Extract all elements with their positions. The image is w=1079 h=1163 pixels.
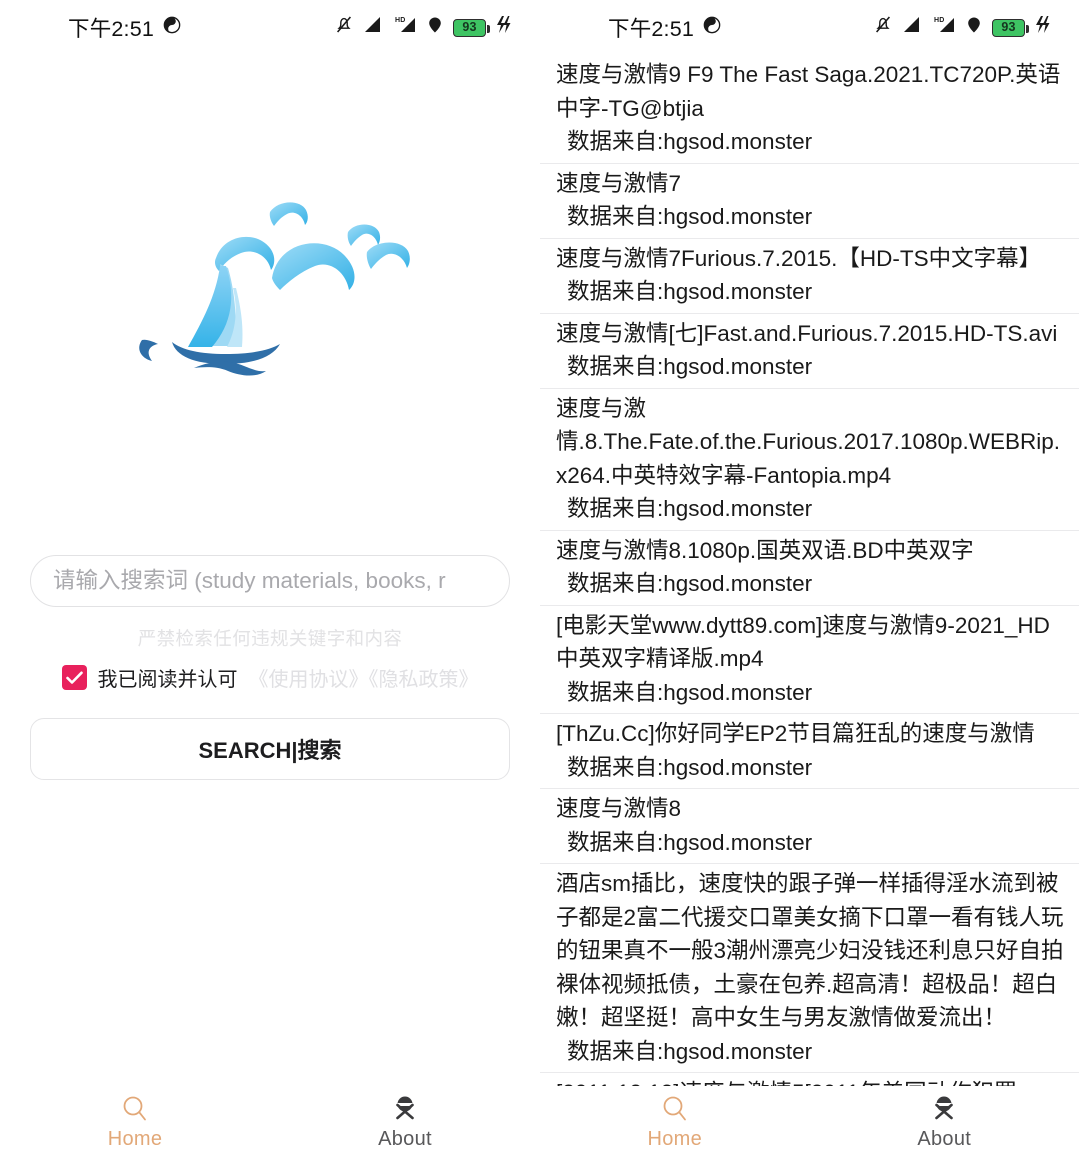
search-warning-text: 严禁检索任何违规关键字和内容 <box>137 628 403 649</box>
result-title: 速度与激情8 <box>556 796 682 821</box>
result-title: 速度与激情.8.The.Fate.of.the.Furious.2017.108… <box>556 395 1061 488</box>
result-title: [电影天堂www.dytt89.com]速度与激情9-2021_HD中英双字精译… <box>556 612 1050 672</box>
result-source: 数据来自:hgsod.monster <box>567 204 813 229</box>
yin-yang-icon <box>163 16 181 40</box>
result-row[interactable]: [电影天堂www.dytt89.com]速度与激情9-2021_HD中英双字精译… <box>540 606 1079 714</box>
result-title: 速度与激情8.1080p.国英双语.BD中英双字 <box>556 537 974 563</box>
result-row[interactable]: 速度与激情7Furious.7.2015.【HD-TS中文字幕】数据来自:hgs… <box>540 239 1079 314</box>
location-icon <box>426 16 444 40</box>
result-row[interactable]: 酒店sm插比，速度快的跟子弹一样插得淫水流到被子都是2富二代援交口罩美女摘下口罩… <box>540 864 1079 1073</box>
result-title: [2011.12.12]速度与激情5[2011年美国动作犯罪(MKV)]（帝国出… <box>556 1076 1065 1086</box>
bottom-nav-left: Home About <box>0 1086 540 1163</box>
bottom-nav-right: Home About <box>540 1086 1079 1163</box>
nav-label-home: Home <box>647 1128 703 1150</box>
result-row[interactable]: [ThZu.Cc]你好同学EP2节目篇狂乱的速度与激情数据来自:hgsod.mo… <box>540 714 1079 789</box>
result-source: 数据来自:hgsod.monster <box>567 129 813 154</box>
result-row[interactable]: 速度与激情9 F9 The Fast Saga.2021.TC720P.英语中字… <box>540 55 1079 164</box>
signal-bars-icon <box>362 16 382 40</box>
agreement-text: 我已阅读并认可 <box>97 669 238 691</box>
dual-screen-container: 下午2:51 HD 93 请输入搜索词 (study materials, bo… <box>0 0 1079 1163</box>
person-icon <box>390 1092 420 1126</box>
result-row[interactable]: [2011.12.12]速度与激情5[2011年美国动作犯罪(MKV)]（帝国出… <box>540 1073 1079 1086</box>
agreement-row[interactable]: 我已阅读并认可 《使用协议》《隐私政策》 <box>30 663 510 692</box>
nav-item-about[interactable]: About <box>270 1086 540 1157</box>
result-title: 速度与激情7 <box>556 170 682 196</box>
result-title: 速度与激情[七]Fast.and.Furious.7.2015.HD-TS.av… <box>556 320 1058 346</box>
battery-level: 93 <box>462 20 477 35</box>
result-source: 数据来自:hgsod.monster <box>567 679 813 705</box>
status-bar-right: 下午2:51 HD 93 <box>540 0 1079 55</box>
nav-item-about[interactable]: About <box>810 1086 1079 1157</box>
result-row[interactable]: 速度与激情8 数据来自:hgsod.monster <box>540 789 1079 864</box>
result-title: [ThZu.Cc]你好同学EP2节目篇狂乱的速度与激情 <box>556 721 1035 746</box>
battery-icon: 93 <box>992 18 1029 37</box>
search-button[interactable]: SEARCH|搜索 <box>30 718 510 780</box>
result-source: 数据来自:hgsod.monster <box>567 754 813 780</box>
nav-label-about: About <box>378 1128 432 1150</box>
status-time-2: 下午2:51 <box>608 17 695 41</box>
status-bar-right-group-2: HD 93 <box>874 15 1051 40</box>
home-screen: 下午2:51 HD 93 请输入搜索词 (study materials, bo… <box>0 0 540 1163</box>
result-source: 数据来自:hgsod.monster <box>567 571 813 596</box>
charging-bolt-icon <box>495 15 512 40</box>
person-icon <box>929 1092 959 1126</box>
result-source: 数据来自:hgsod.monster <box>567 1038 813 1064</box>
status-bar-left-group-2: 下午2:51 <box>608 12 721 43</box>
search-results-list[interactable]: 速度与激情9 F9 The Fast Saga.2021.TC720P.英语中字… <box>540 55 1079 1086</box>
agreement-checkbox[interactable] <box>61 665 87 690</box>
charging-bolt-icon <box>1034 15 1051 40</box>
result-source: 数据来自:hgsod.monster <box>567 354 813 379</box>
location-icon <box>965 16 983 40</box>
bell-muted-icon <box>335 15 353 40</box>
agreement-links[interactable]: 《使用协议》《隐私政策》 <box>249 663 479 692</box>
status-bar-left: 下午2:51 HD 93 <box>0 0 540 55</box>
hd-signal-icon: HD <box>930 15 956 40</box>
status-time: 下午2:51 <box>68 17 155 41</box>
result-row[interactable]: 速度与激情[七]Fast.and.Furious.7.2015.HD-TS.av… <box>540 314 1079 389</box>
yin-yang-icon <box>703 16 721 40</box>
battery-level-2: 93 <box>1001 20 1016 35</box>
search-icon <box>120 1092 150 1126</box>
status-bar-left-group: 下午2:51 <box>68 12 181 43</box>
hd-signal-icon: HD <box>391 15 417 40</box>
result-title: 速度与激情7Furious.7.2015.【HD-TS中文字幕】 <box>556 245 1042 271</box>
results-screen: 下午2:51 HD 93 速度与激情9 F9 The Fast Saga.202… <box>540 0 1079 1163</box>
result-source: 数据来自:hgsod.monster <box>567 279 813 304</box>
signal-bars-icon <box>901 16 921 40</box>
result-source: 数据来自:hgsod.monster <box>567 496 813 521</box>
nav-item-home[interactable]: Home <box>540 1086 810 1157</box>
svg-text:HD: HD <box>934 17 945 24</box>
battery-icon: 93 <box>453 18 490 37</box>
result-title: 速度与激情9 F9 The Fast Saga.2021.TC720P.英语中字… <box>556 62 1061 121</box>
nav-label-about: About <box>917 1128 972 1150</box>
logo-container <box>0 55 540 525</box>
result-row[interactable]: 速度与激情.8.The.Fate.of.the.Furious.2017.108… <box>540 389 1079 531</box>
search-icon <box>660 1092 690 1126</box>
check-icon <box>65 671 83 684</box>
search-input[interactable] <box>30 555 510 607</box>
result-row[interactable]: 速度与激情8.1080p.国英双语.BD中英双字数据来自:hgsod.monst… <box>540 531 1079 606</box>
nav-label-home: Home <box>107 1128 163 1150</box>
bell-muted-icon <box>874 15 892 40</box>
sailboat-logo <box>139 202 410 376</box>
result-title: 酒店sm插比，速度快的跟子弹一样插得淫水流到被子都是2富二代援交口罩美女摘下口罩… <box>556 871 1064 1030</box>
status-bar-right-group: HD 93 <box>335 15 512 40</box>
search-block: 严禁检索任何违规关键字和内容 我已阅读并认可 《使用协议》《隐私政策》 SEAR… <box>0 555 540 780</box>
nav-item-home[interactable]: Home <box>0 1086 270 1157</box>
result-row[interactable]: 速度与激情7 数据来自:hgsod.monster <box>540 164 1079 239</box>
result-source: 数据来自:hgsod.monster <box>567 829 813 855</box>
svg-text:HD: HD <box>395 17 406 24</box>
